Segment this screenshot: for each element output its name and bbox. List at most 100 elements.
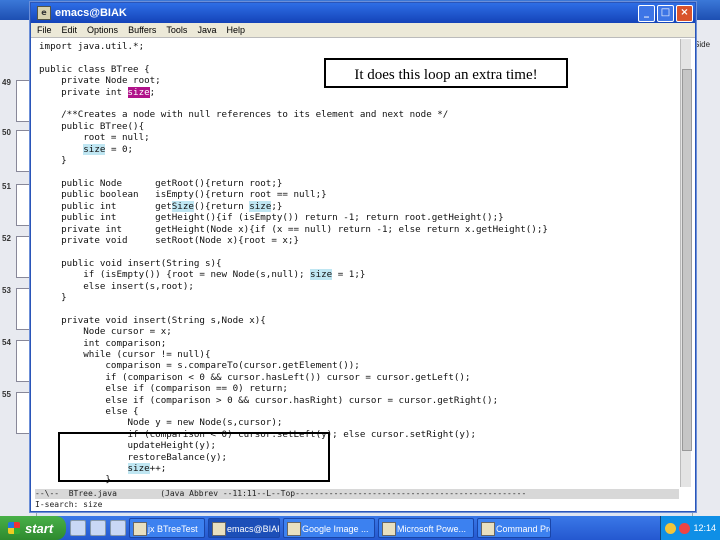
- code-token: Node y = new Node(s,cursor);: [39, 417, 283, 429]
- menu-options[interactable]: Options: [87, 25, 118, 35]
- taskbar-item-command-prompt[interactable]: Command Pro...: [477, 518, 551, 538]
- menu-file[interactable]: File: [37, 25, 52, 35]
- start-button[interactable]: start: [0, 516, 66, 540]
- java-icon: [133, 522, 147, 536]
- slide-number: 51: [2, 182, 11, 191]
- menu-buffers[interactable]: Buffers: [128, 25, 156, 35]
- code-line: root = null;: [39, 132, 150, 144]
- clock[interactable]: 12:14: [693, 523, 716, 533]
- minibuffer[interactable]: I-search: size: [35, 500, 679, 510]
- tray-icon[interactable]: [665, 522, 677, 534]
- browser-icon: [287, 522, 301, 536]
- maximize-button[interactable]: □: [657, 4, 674, 22]
- code-token: private int: [39, 86, 128, 98]
- code-text: import java.util.*; public class BTree {…: [35, 39, 679, 487]
- code-line: private int size;: [39, 86, 155, 98]
- task-pane-label: Side: [694, 40, 711, 49]
- taskbar: start jx BTreeTest emacs@BIAK Google Ima…: [0, 516, 720, 540]
- code-token: public class BTree {: [39, 63, 150, 75]
- code-token: else if (comparison == 0) return;: [39, 383, 288, 395]
- minimize-button[interactable]: _: [638, 4, 655, 22]
- powerpoint-icon: [382, 522, 396, 536]
- code-line: public boolean isEmpty(){return root == …: [39, 189, 327, 200]
- annotation-highlight-box: [58, 432, 330, 482]
- taskbar-item-label: jx BTreeTest: [148, 524, 198, 534]
- code-line: public BTree(){: [39, 121, 144, 132]
- code-line: /**Creates a node with null references t…: [39, 109, 448, 120]
- code-token: private void insert(String s,Node x){: [39, 314, 266, 326]
- code-token: }: [39, 486, 89, 487]
- window-title: emacs@BIAK: [55, 7, 127, 19]
- code-token: else insert(s,root);: [39, 280, 194, 292]
- menu-bar: File Edit Options Buffers Tools Java Hel…: [31, 23, 695, 38]
- code-line: while (cursor != null){: [39, 349, 210, 360]
- menu-tools[interactable]: Tools: [166, 25, 187, 35]
- taskbar-item-label: Google Image ...: [302, 524, 369, 534]
- code-token: public boolean isEmpty(){return root == …: [39, 189, 327, 201]
- code-token: public void insert(String s){: [39, 257, 222, 269]
- search-match: size: [127, 86, 150, 98]
- code-line: public void insert(String s){: [39, 257, 222, 269]
- code-line: Node cursor = x;: [39, 326, 172, 337]
- taskbar-item-google-images[interactable]: Google Image ...: [283, 518, 375, 538]
- taskbar-item-emacs[interactable]: emacs@BIAK: [208, 518, 280, 538]
- taskbar-item-btreetest[interactable]: jx BTreeTest: [129, 518, 205, 538]
- code-line: Node y = new Node(s,cursor);: [39, 417, 283, 429]
- code-token: }: [39, 291, 67, 303]
- windows-logo-icon: [8, 522, 20, 534]
- code-token: while (cursor != null){: [39, 348, 211, 360]
- code-token: = 1;}: [332, 269, 366, 281]
- code-token: public int get: [39, 200, 172, 212]
- code-token: public int getHeight(){if (isEmpty()) re…: [39, 212, 504, 224]
- emacs-icon: [212, 522, 226, 536]
- menu-edit[interactable]: Edit: [62, 25, 78, 35]
- code-line: else if (comparison > 0 && cursor.hasRig…: [39, 395, 498, 406]
- code-line: comparison = s.compareTo(cursor.getEleme…: [39, 360, 359, 371]
- menu-java[interactable]: Java: [197, 25, 216, 35]
- quick-launch-icon[interactable]: [110, 520, 126, 536]
- tray-icon[interactable]: [679, 522, 691, 534]
- code-line: int comparison;: [39, 338, 166, 349]
- start-label: start: [25, 520, 54, 536]
- code-line: public int getSize(){return size;}: [39, 200, 282, 212]
- code-line: }: [39, 155, 67, 166]
- quick-launch-icon[interactable]: [70, 520, 86, 536]
- mode-line: --\-- BTree.java (Java Abbrev --11:11--L…: [35, 489, 679, 499]
- code-line: if (isEmpty()) {root = new Node(s,null);…: [39, 269, 366, 281]
- menu-help[interactable]: Help: [226, 25, 245, 35]
- close-button[interactable]: ×: [676, 4, 693, 22]
- code-line: }: [39, 486, 89, 487]
- vertical-scrollbar[interactable]: [680, 39, 692, 487]
- slide-number: 50: [2, 128, 11, 137]
- slide-number: 49: [2, 78, 11, 87]
- command-prompt-icon: [481, 522, 495, 536]
- scrollbar-thumb[interactable]: [682, 69, 692, 451]
- code-token: public Node getRoot(){return root;}: [39, 177, 283, 189]
- taskbar-item-label: emacs@BIAK: [227, 524, 280, 534]
- search-match: size: [249, 200, 272, 212]
- code-editor[interactable]: import java.util.*; public class BTree {…: [35, 39, 679, 487]
- code-line: public int getHeight(){if (isEmpty()) re…: [39, 212, 504, 223]
- code-token: if (comparison < 0 && cursor.hasLeft()) …: [39, 371, 471, 383]
- code-token: int comparison;: [39, 337, 167, 349]
- taskbar-item-label: Microsoft Powe...: [397, 524, 467, 534]
- search-match: size: [83, 143, 106, 155]
- slide-number: 52: [2, 234, 11, 243]
- slide-number: 53: [2, 286, 11, 295]
- code-line: size = 0;: [39, 143, 134, 155]
- code-token: root = null;: [39, 132, 150, 144]
- code-line: }: [39, 292, 67, 303]
- quick-launch-icon[interactable]: [90, 520, 106, 536]
- code-line: private Node root;: [39, 75, 161, 86]
- window-titlebar[interactable]: e emacs@BIAK _ □ ×: [31, 3, 695, 23]
- code-token: = 0;: [105, 143, 134, 155]
- code-token: private void setRoot(Node x){root = x;}: [39, 234, 299, 246]
- code-token: private int getHeight(Node x){if (x == n…: [39, 223, 548, 235]
- code-line: import java.util.*;: [39, 41, 144, 52]
- slide-number: 54: [2, 338, 11, 347]
- taskbar-item-label: Command Pro...: [496, 524, 550, 534]
- code-token: public BTree(){: [39, 120, 145, 132]
- code-line: else if (comparison == 0) return;: [39, 383, 288, 394]
- taskbar-item-powerpoint[interactable]: Microsoft Powe...: [378, 518, 474, 538]
